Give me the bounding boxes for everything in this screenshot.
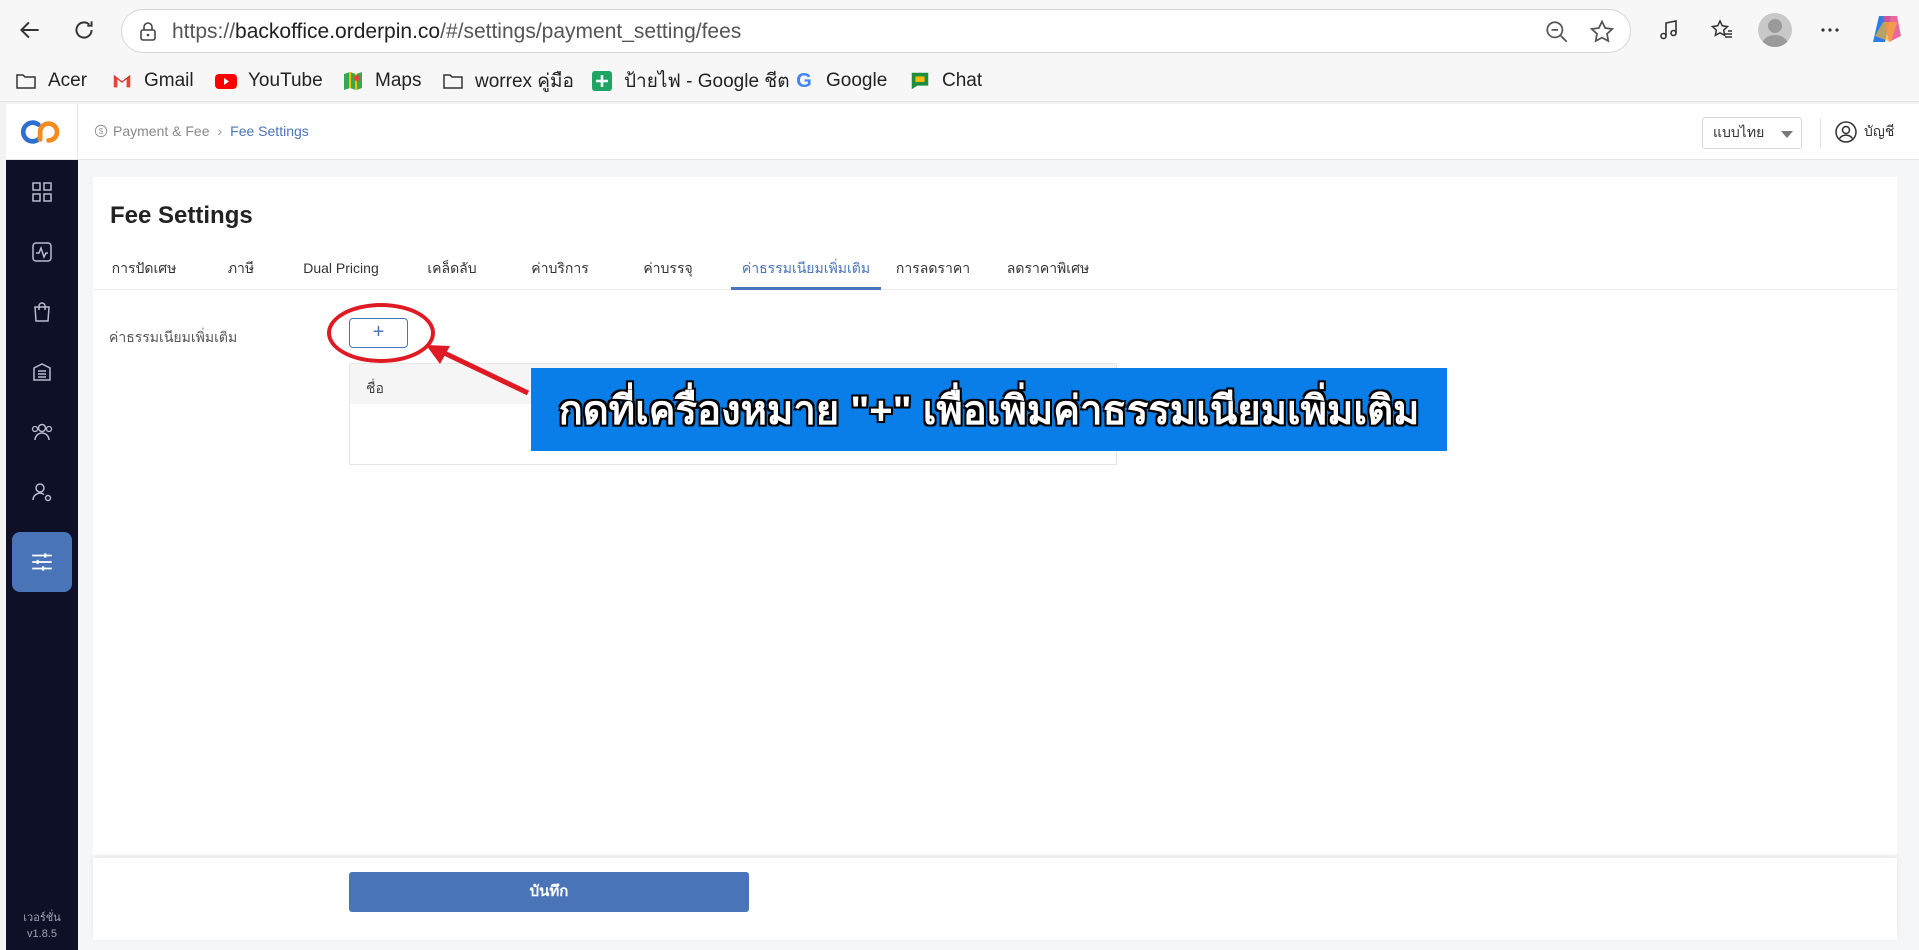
youtube-icon: [214, 69, 238, 93]
bookmark-gmail[interactable]: Gmail: [110, 68, 194, 94]
favorites-icon[interactable]: [1706, 14, 1738, 46]
dollar-circle-icon: $: [94, 124, 108, 138]
pointer-arrow-icon: [426, 345, 530, 396]
svg-text:$: $: [99, 127, 104, 136]
bookmark-acer[interactable]: Acer: [14, 68, 87, 94]
media-icon[interactable]: [1653, 14, 1685, 46]
reload-icon: [75, 21, 93, 39]
logo-icon: [20, 120, 59, 144]
breadcrumb: $ Payment & Fee › Fee Settings: [94, 123, 309, 139]
sidebar-item-staff[interactable]: [22, 472, 62, 512]
settings-tabs: การปัดเศษ ภาษี Dual Pricing เคล็ดลับ ค่า…: [93, 255, 1897, 290]
fee-settings-card: Fee Settings การปัดเศษ ภาษี Dual Pricing…: [93, 177, 1897, 855]
activity-icon: [32, 242, 52, 262]
chevron-right-icon: ›: [217, 123, 223, 139]
caret-down-icon: [1781, 131, 1793, 138]
reload-button[interactable]: [66, 12, 102, 48]
folder-icon: [441, 69, 465, 93]
tab-dual-pricing[interactable]: Dual Pricing: [289, 255, 393, 290]
copilot-icon[interactable]: [1869, 12, 1903, 46]
shopping-bag-icon: [34, 302, 50, 322]
language-value: แบบไทย: [1713, 124, 1765, 140]
sheets-icon: [590, 69, 614, 93]
lock-icon: [140, 22, 156, 41]
maps-icon: [341, 69, 365, 93]
bookmarks-bar: Acer Gmail YouTube Maps worrex คู่มือ ป้…: [0, 60, 1919, 102]
tab-tips[interactable]: เคล็ดลับ: [409, 255, 495, 290]
version-label: เวอร์ชั่น: [23, 912, 61, 924]
bookmark-google[interactable]: G Google: [792, 68, 887, 94]
sidebar-item-settings[interactable]: [12, 532, 72, 592]
version-info: เวอร์ชั่น v1.8.5: [6, 910, 78, 942]
bookmark-chat[interactable]: Chat: [908, 68, 982, 94]
additional-fees-label: ค่าธรรมเนียมเพิ่มเติม: [109, 329, 238, 345]
sidebar-item-store[interactable]: [22, 352, 62, 392]
dashboard-icon: [32, 182, 52, 202]
tab-service-charge[interactable]: ค่าบริการ: [513, 255, 607, 290]
highlight-circle: [327, 303, 435, 363]
profile-avatar[interactable]: [1758, 13, 1792, 47]
url-text: https://backoffice.orderpin.co/#/setting…: [172, 20, 742, 43]
more-menu-icon[interactable]: [1814, 14, 1846, 46]
breadcrumb-current: Fee Settings: [230, 123, 309, 139]
tab-special-discount[interactable]: ลดราคาพิเศษ: [993, 255, 1103, 290]
tab-rounding[interactable]: การปัดเศษ: [101, 255, 187, 290]
account-icon: [1835, 121, 1857, 143]
user-settings-icon: [32, 483, 52, 502]
zoom-out-icon[interactable]: [1544, 19, 1570, 45]
language-select[interactable]: แบบไทย: [1702, 117, 1802, 149]
tab-additional-fees[interactable]: ค่าธรรมเนียมเพิ่มเติม: [731, 255, 881, 290]
app-window: $ Payment & Fee › Fee Settings แบบไทย บั…: [6, 104, 1919, 950]
sidebar: เวอร์ชั่น v1.8.5: [6, 160, 78, 950]
sidebar-item-reports[interactable]: [22, 232, 62, 272]
app-header: $ Payment & Fee › Fee Settings แบบไทย บั…: [6, 104, 1919, 160]
gmail-icon: [110, 69, 134, 93]
footer-bar: บันทึก: [93, 858, 1897, 940]
back-button[interactable]: [12, 12, 48, 48]
divider: [1820, 118, 1821, 148]
folder-icon: [14, 69, 38, 93]
account-label: บัญชี: [1864, 123, 1895, 139]
favorite-star-icon[interactable]: [1588, 18, 1616, 46]
browser-toolbar: https://backoffice.orderpin.co/#/setting…: [0, 0, 1919, 60]
back-arrow-icon: [19, 21, 39, 39]
sidebar-item-dashboard[interactable]: [22, 172, 62, 212]
version-number: v1.8.5: [27, 928, 57, 940]
google-icon: G: [796, 69, 812, 92]
tab-tax[interactable]: ภาษี: [203, 255, 279, 290]
bookmark-youtube[interactable]: YouTube: [214, 68, 323, 94]
sliders-icon: [32, 553, 52, 571]
page-title: Fee Settings: [110, 202, 253, 229]
save-button[interactable]: บันทึก: [349, 872, 749, 912]
bookmark-worrex[interactable]: worrex คู่มือ: [441, 68, 574, 94]
instruction-banner: กดที่เครื่องหมาย "+" เพื่อเพิ่มค่าธรรมเน…: [531, 368, 1447, 451]
users-icon: [31, 423, 53, 441]
bookmark-maps[interactable]: Maps: [341, 68, 421, 94]
tab-discount[interactable]: การลดราคา: [887, 255, 979, 290]
bookmark-sheets[interactable]: ป้ายไฟ - Google ชีต: [590, 68, 790, 94]
sidebar-item-products[interactable]: [22, 292, 62, 332]
address-bar[interactable]: https://backoffice.orderpin.co/#/setting…: [121, 9, 1631, 53]
building-icon: [33, 363, 51, 381]
chat-icon: [908, 69, 932, 93]
sidebar-item-customers[interactable]: [22, 412, 62, 452]
account-button[interactable]: บัญชี: [1834, 120, 1894, 144]
breadcrumb-parent[interactable]: Payment & Fee: [113, 123, 210, 139]
orderpin-logo[interactable]: [6, 104, 78, 160]
tab-packaging[interactable]: ค่าบรรจุ: [623, 255, 713, 290]
instruction-text: กดที่เครื่องหมาย "+" เพื่อเพิ่มค่าธรรมเน…: [558, 388, 1420, 433]
